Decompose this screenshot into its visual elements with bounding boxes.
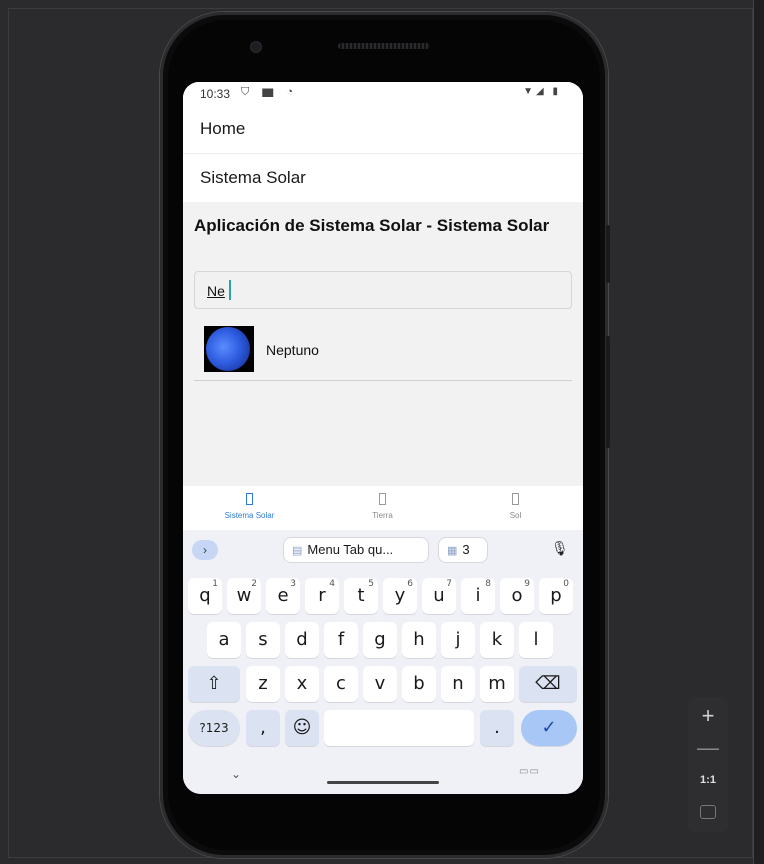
soft-keyboard: › ▤ Menu Tab qu... ▦ 3 🎙 q1 w2 e3 r4 t5 y6…: [183, 530, 583, 794]
zoom-out-button[interactable]: —: [688, 733, 728, 763]
key-p[interactable]: p0: [539, 578, 573, 614]
key-w[interactable]: w2: [227, 578, 261, 614]
zoom-actual-size-button[interactable]: 1:1: [688, 767, 728, 793]
planet-name: Neptuno: [266, 342, 319, 358]
period-key[interactable]: .: [480, 710, 514, 746]
key-t[interactable]: t5: [344, 578, 378, 614]
key-g[interactable]: g: [363, 622, 397, 658]
key-x[interactable]: x: [285, 666, 319, 702]
tab-sol[interactable]: Sol: [449, 486, 582, 530]
key-z[interactable]: z: [246, 666, 280, 702]
tab-placeholder-icon: [246, 493, 253, 505]
emoji-key[interactable]: ☺: [285, 710, 319, 746]
status-time: 10:33: [200, 87, 231, 101]
text-cursor: [229, 280, 231, 300]
clipboard-suggestion-chip[interactable]: ▤ Menu Tab qu...: [283, 537, 429, 563]
key-r[interactable]: r4: [305, 578, 339, 614]
enter-key[interactable]: ✓: [521, 710, 577, 746]
key-n[interactable]: n: [441, 666, 475, 702]
space-key[interactable]: [324, 710, 474, 746]
key-q[interactable]: q1: [188, 578, 222, 614]
key-h[interactable]: h: [402, 622, 436, 658]
hide-keyboard-chevron-icon[interactable]: ⌄: [231, 767, 241, 781]
key-u[interactable]: u7: [422, 578, 456, 614]
key-v[interactable]: v: [363, 666, 397, 702]
backspace-key[interactable]: ⌫: [519, 666, 577, 702]
key-b[interactable]: b: [402, 666, 436, 702]
key-j[interactable]: j: [441, 622, 475, 658]
key-i[interactable]: i8: [461, 578, 495, 614]
list-item[interactable]: Neptuno: [194, 322, 572, 381]
key-m[interactable]: m: [480, 666, 514, 702]
power-button[interactable]: [606, 225, 610, 283]
shift-key[interactable]: ⇧: [188, 666, 240, 702]
keyboard-switch-icon[interactable]: ▭▭: [519, 766, 540, 777]
tab-tierra[interactable]: Tierra: [316, 486, 449, 530]
symbols-key[interactable]: ?123: [188, 710, 240, 746]
keyboard-suggestion-bar: › ▤ Menu Tab qu... ▦ 3 🎙: [183, 530, 583, 568]
earpiece-speaker: [338, 43, 430, 49]
emoji-icon: ☺: [292, 717, 312, 738]
search-input[interactable]: Ne: [194, 271, 572, 309]
notification-icons: ⛉ ▆ ◔: [241, 86, 299, 98]
menu-item-home[interactable]: Home: [183, 104, 583, 154]
key-l[interactable]: l: [519, 622, 553, 658]
zoom-in-button[interactable]: +: [688, 701, 728, 731]
phone-screen: 10:33 ⛉ ▆ ◔ ▼◢ ▮ Home Sistema Solar Apli…: [183, 82, 583, 794]
comma-key[interactable]: ,: [246, 710, 280, 746]
neptune-planet-icon: [206, 327, 250, 371]
gesture-nav-handle[interactable]: [327, 781, 439, 784]
tab-label: Tierra: [372, 511, 393, 520]
backspace-icon: ⌫: [535, 673, 561, 694]
tab-sistema-solar[interactable]: Sistema Solar: [183, 486, 316, 530]
tab-label: Sol: [509, 511, 522, 520]
tab-label: Sistema Solar: [224, 511, 275, 520]
planet-image: [204, 326, 254, 372]
search-input-value: Ne: [207, 283, 225, 299]
number-suggestion-text: 3: [462, 542, 470, 557]
microphone-icon[interactable]: 🎙: [551, 540, 569, 558]
number-pad-icon: ▦: [447, 545, 458, 557]
volume-button[interactable]: [606, 336, 610, 448]
status-bar: 10:33 ⛉ ▆ ◔ ▼◢ ▮: [183, 82, 583, 104]
key-c[interactable]: c: [324, 666, 358, 702]
key-k[interactable]: k: [480, 622, 514, 658]
key-d[interactable]: d: [285, 622, 319, 658]
front-camera: [250, 41, 262, 53]
expand-toolbar-button[interactable]: ›: [192, 540, 218, 560]
key-f[interactable]: f: [324, 622, 358, 658]
page-title: Aplicación de Sistema Solar - Sistema So…: [194, 216, 550, 235]
key-a[interactable]: a: [207, 622, 241, 658]
menu-item-sistema-solar[interactable]: Sistema Solar: [183, 154, 583, 202]
bottom-tab-bar: Sistema Solar Tierra Sol: [183, 486, 583, 530]
number-suggestion-chip[interactable]: ▦ 3: [438, 537, 488, 563]
key-y[interactable]: y6: [383, 578, 417, 614]
tab-placeholder-icon: [512, 493, 519, 505]
clipboard-icon: ▤: [292, 545, 303, 557]
zoom-fit-icon[interactable]: [700, 805, 716, 819]
key-o[interactable]: o9: [500, 578, 534, 614]
key-s[interactable]: s: [246, 622, 280, 658]
emulator-right-rail: [753, 0, 764, 864]
shift-icon: ⇧: [206, 673, 222, 694]
tab-placeholder-icon: [379, 493, 386, 505]
clipboard-suggestion-text: Menu Tab qu...: [307, 542, 394, 557]
signal-battery-icons: ▼◢ ▮: [523, 86, 561, 97]
checkmark-icon: ✓: [541, 717, 557, 738]
key-e[interactable]: e3: [266, 578, 300, 614]
emulator-zoom-controls: + — 1:1: [688, 697, 728, 832]
